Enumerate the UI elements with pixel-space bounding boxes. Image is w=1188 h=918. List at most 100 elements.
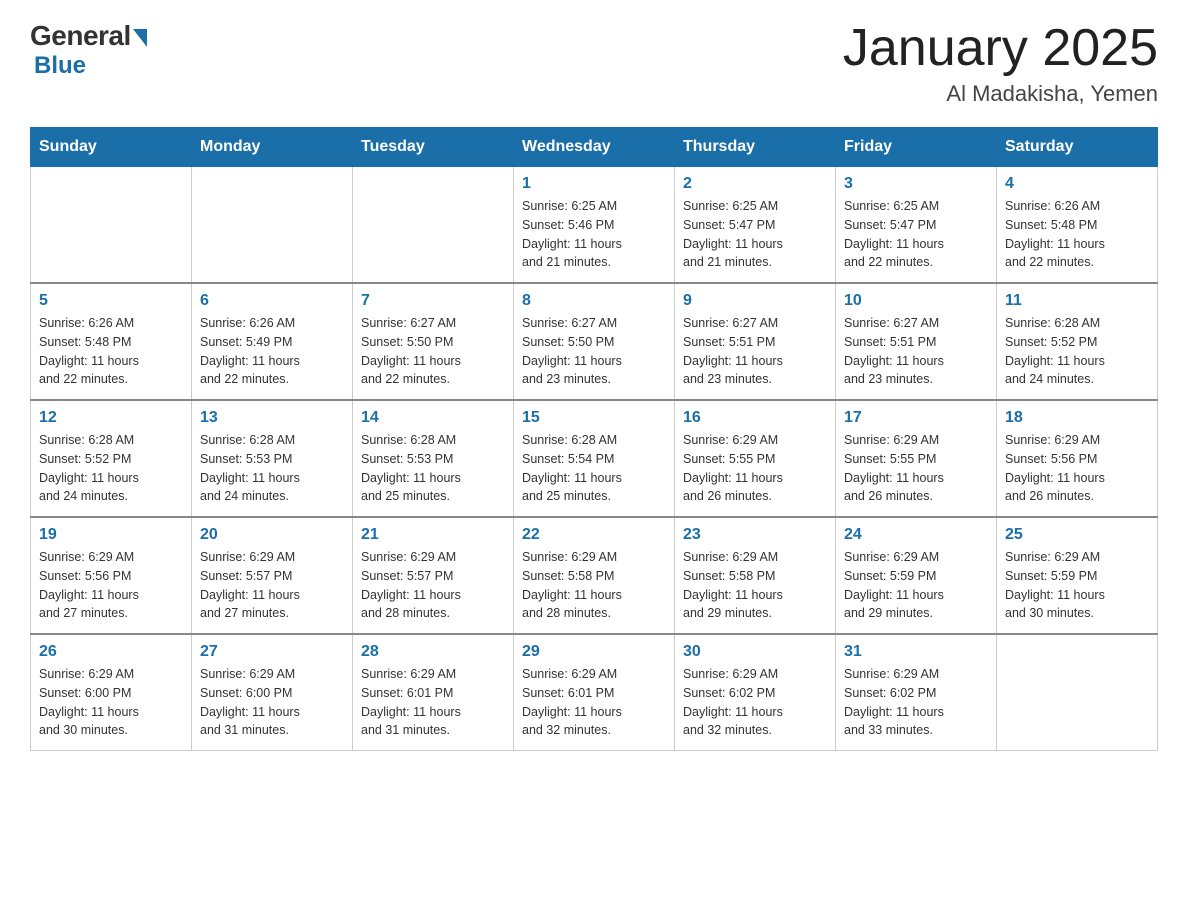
table-row: 23 Sunrise: 6:29 AMSunset: 5:58 PMDayligh… (675, 517, 836, 634)
table-row: 18Sunrise: 6:29 AMSunset: 5:56 PMDayligh… (997, 400, 1158, 517)
table-row: 16Sunrise: 6:29 AMSunset: 5:55 PMDayligh… (675, 400, 836, 517)
header-wednesday: Wednesday (514, 128, 675, 167)
table-row: 3Sunrise: 6:25 AMSunset: 5:47 PMDaylight… (836, 167, 997, 284)
day-info: Sunrise: 6:27 AMSunset: 5:51 PMDaylight:… (683, 314, 827, 389)
day-number: 7 (361, 292, 505, 310)
day-info: Sunrise: 6:29 AMSunset: 6:00 PMDaylight:… (39, 665, 183, 740)
day-info: Sunrise: 6:29 AMSunset: 6:01 PMDaylight:… (361, 665, 505, 740)
day-info: Sunrise: 6:25 AMSunset: 5:47 PMDaylight:… (844, 197, 988, 272)
month-title: January 2025 (843, 20, 1158, 77)
table-row: 2 Sunrise: 6:25 AMSunset: 5:47 PMDaylight… (675, 167, 836, 284)
table-row: 17Sunrise: 6:29 AMSunset: 5:55 PMDayligh… (836, 400, 997, 517)
table-row: 4 Sunrise: 6:26 AMSunset: 5:48 PMDaylight… (997, 167, 1158, 284)
day-info: Sunrise: 6:29 AMSunset: 6:00 PMDaylight:… (200, 665, 344, 740)
page-header: General Blue January 2025 Al Madakisha, … (30, 20, 1158, 107)
day-info: Sunrise: 6:28 AMSunset: 5:53 PMDaylight:… (200, 431, 344, 506)
day-number: 16 (683, 409, 827, 427)
day-number: 25 (1005, 526, 1149, 544)
day-info: Sunrise: 6:28 AMSunset: 5:52 PMDaylight:… (1005, 314, 1149, 389)
day-info: Sunrise: 6:29 AMSunset: 5:57 PMDaylight:… (200, 548, 344, 623)
day-number: 31 (844, 643, 988, 661)
day-number: 24 (844, 526, 988, 544)
day-info: Sunrise: 6:25 AMSunset: 5:46 PMDaylight:… (522, 197, 666, 272)
day-info: Sunrise: 6:28 AMSunset: 5:53 PMDaylight:… (361, 431, 505, 506)
table-row: 24 Sunrise: 6:29 AMSunset: 5:59 PMDayligh… (836, 517, 997, 634)
table-row: 11 Sunrise: 6:28 AMSunset: 5:52 PMDayligh… (997, 283, 1158, 400)
day-info: Sunrise: 6:29 AMSunset: 6:02 PMDaylight:… (683, 665, 827, 740)
day-number: 13 (200, 409, 344, 427)
day-info: Sunrise: 6:27 AMSunset: 5:51 PMDaylight:… (844, 314, 988, 389)
calendar-table: Sunday Monday Tuesday Wednesday Thursday… (30, 127, 1158, 751)
calendar-week-row: 12 Sunrise: 6:28 AMSunset: 5:52 PMDayligh… (31, 400, 1158, 517)
day-info: Sunrise: 6:29 AMSunset: 5:55 PMDaylight:… (844, 431, 988, 506)
calendar-week-row: 19 Sunrise: 6:29 AMSunset: 5:56 PMDayligh… (31, 517, 1158, 634)
table-row (353, 167, 514, 284)
table-row: 13 Sunrise: 6:28 AMSunset: 5:53 PMDayligh… (192, 400, 353, 517)
calendar-week-row: 5 Sunrise: 6:26 AMSunset: 5:48 PMDaylight… (31, 283, 1158, 400)
day-number: 4 (1005, 175, 1149, 193)
day-number: 15 (522, 409, 666, 427)
header-monday: Monday (192, 128, 353, 167)
day-number: 2 (683, 175, 827, 193)
table-row: 7 Sunrise: 6:27 AMSunset: 5:50 PMDaylight… (353, 283, 514, 400)
table-row: 5 Sunrise: 6:26 AMSunset: 5:48 PMDaylight… (31, 283, 192, 400)
day-number: 1 (522, 175, 666, 193)
table-row: 30 Sunrise: 6:29 AMSunset: 6:02 PMDayligh… (675, 634, 836, 751)
day-number: 23 (683, 526, 827, 544)
day-number: 27 (200, 643, 344, 661)
day-info: Sunrise: 6:29 AMSunset: 5:57 PMDaylight:… (361, 548, 505, 623)
table-row: 8Sunrise: 6:27 AMSunset: 5:50 PMDaylight… (514, 283, 675, 400)
day-number: 10 (844, 292, 988, 310)
day-info: Sunrise: 6:29 AMSunset: 6:02 PMDaylight:… (844, 665, 988, 740)
day-info: Sunrise: 6:29 AMSunset: 5:58 PMDaylight:… (683, 548, 827, 623)
day-info: Sunrise: 6:29 AMSunset: 6:01 PMDaylight:… (522, 665, 666, 740)
header-tuesday: Tuesday (353, 128, 514, 167)
table-row: 29 Sunrise: 6:29 AMSunset: 6:01 PMDayligh… (514, 634, 675, 751)
day-number: 5 (39, 292, 183, 310)
day-info: Sunrise: 6:25 AMSunset: 5:47 PMDaylight:… (683, 197, 827, 272)
table-row: 21Sunrise: 6:29 AMSunset: 5:57 PMDayligh… (353, 517, 514, 634)
logo-blue-text: Blue (34, 52, 86, 79)
day-info: Sunrise: 6:28 AMSunset: 5:54 PMDaylight:… (522, 431, 666, 506)
table-row: 12 Sunrise: 6:28 AMSunset: 5:52 PMDayligh… (31, 400, 192, 517)
day-info: Sunrise: 6:27 AMSunset: 5:50 PMDaylight:… (361, 314, 505, 389)
header-friday: Friday (836, 128, 997, 167)
header-sunday: Sunday (31, 128, 192, 167)
table-row (997, 634, 1158, 751)
day-info: Sunrise: 6:29 AMSunset: 5:59 PMDaylight:… (844, 548, 988, 623)
day-number: 29 (522, 643, 666, 661)
table-row: 6Sunrise: 6:26 AMSunset: 5:49 PMDaylight… (192, 283, 353, 400)
day-number: 8 (522, 292, 666, 310)
table-row: 14Sunrise: 6:28 AMSunset: 5:53 PMDayligh… (353, 400, 514, 517)
day-info: Sunrise: 6:28 AMSunset: 5:52 PMDaylight:… (39, 431, 183, 506)
header-saturday: Saturday (997, 128, 1158, 167)
table-row: 10 Sunrise: 6:27 AMSunset: 5:51 PMDayligh… (836, 283, 997, 400)
day-info: Sunrise: 6:29 AMSunset: 5:56 PMDaylight:… (39, 548, 183, 623)
table-row: 20 Sunrise: 6:29 AMSunset: 5:57 PMDayligh… (192, 517, 353, 634)
day-info: Sunrise: 6:29 AMSunset: 5:59 PMDaylight:… (1005, 548, 1149, 623)
calendar-header-row: Sunday Monday Tuesday Wednesday Thursday… (31, 128, 1158, 167)
table-row: 28 Sunrise: 6:29 AMSunset: 6:01 PMDayligh… (353, 634, 514, 751)
day-number: 22 (522, 526, 666, 544)
day-info: Sunrise: 6:26 AMSunset: 5:48 PMDaylight:… (1005, 197, 1149, 272)
day-info: Sunrise: 6:26 AMSunset: 5:48 PMDaylight:… (39, 314, 183, 389)
calendar-week-row: 26Sunrise: 6:29 AMSunset: 6:00 PMDayligh… (31, 634, 1158, 751)
day-number: 28 (361, 643, 505, 661)
day-number: 19 (39, 526, 183, 544)
title-block: January 2025 Al Madakisha, Yemen (843, 20, 1158, 107)
table-row: 19 Sunrise: 6:29 AMSunset: 5:56 PMDayligh… (31, 517, 192, 634)
table-row: 22Sunrise: 6:29 AMSunset: 5:58 PMDayligh… (514, 517, 675, 634)
logo: General Blue (30, 20, 147, 80)
table-row (192, 167, 353, 284)
day-number: 6 (200, 292, 344, 310)
table-row: 15 Sunrise: 6:28 AMSunset: 5:54 PMDayligh… (514, 400, 675, 517)
day-number: 30 (683, 643, 827, 661)
location-subtitle: Al Madakisha, Yemen (843, 81, 1158, 107)
table-row: 9Sunrise: 6:27 AMSunset: 5:51 PMDaylight… (675, 283, 836, 400)
day-number: 12 (39, 409, 183, 427)
day-info: Sunrise: 6:29 AMSunset: 5:56 PMDaylight:… (1005, 431, 1149, 506)
day-number: 11 (1005, 292, 1149, 310)
table-row: 27 Sunrise: 6:29 AMSunset: 6:00 PMDayligh… (192, 634, 353, 751)
day-number: 20 (200, 526, 344, 544)
table-row: 1 Sunrise: 6:25 AMSunset: 5:46 PMDaylight… (514, 167, 675, 284)
